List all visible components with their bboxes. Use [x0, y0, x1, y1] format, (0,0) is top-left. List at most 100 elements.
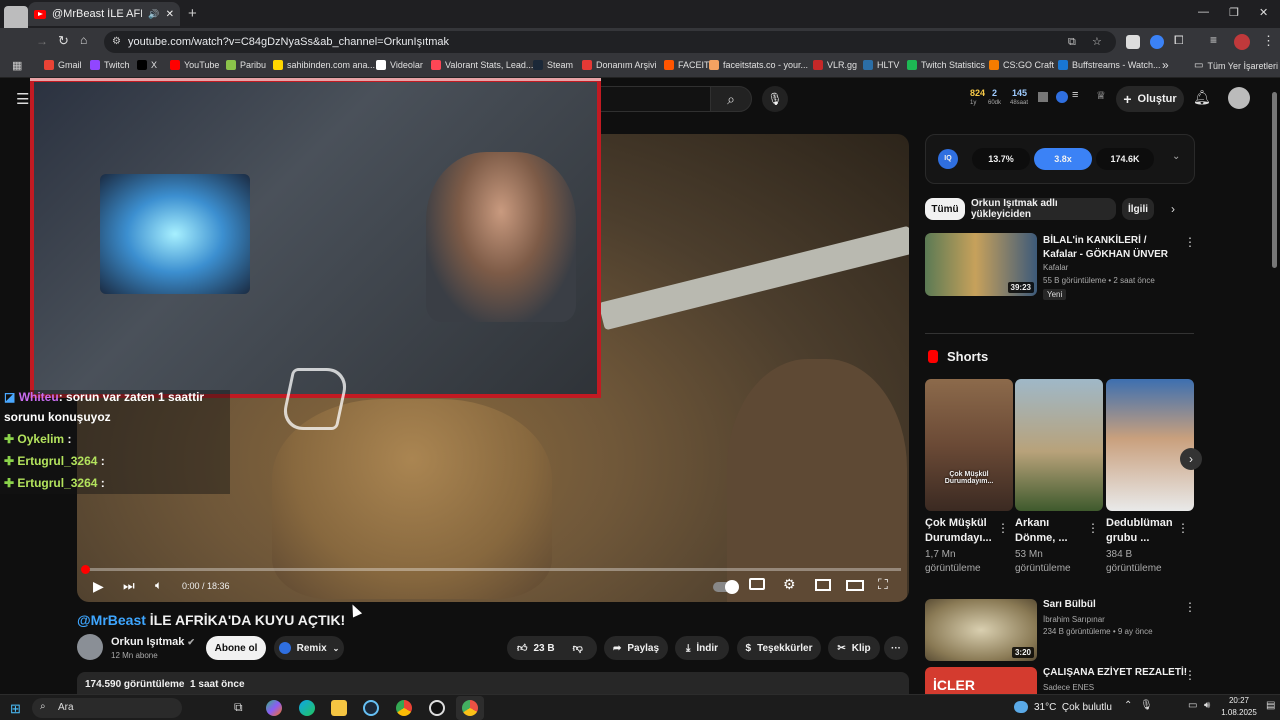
bookmark-item[interactable]: Gmail — [44, 60, 82, 70]
iq-metric-3[interactable]: 174.6K — [1096, 148, 1154, 170]
miniplayer-icon[interactable] — [815, 579, 831, 591]
media-control-icon[interactable]: ≡ — [1210, 33, 1217, 47]
more-options-icon[interactable]: ⋮ — [1177, 522, 1189, 534]
shorts-next-button[interactable]: › — [1180, 448, 1202, 470]
bookmark-item[interactable]: Videolar — [376, 60, 423, 70]
bookmark-star-icon[interactable]: ☆ — [1092, 31, 1102, 53]
recommendation-title[interactable]: BİLAL'in KANKİLERİ / Kafalar - GÖKHAN ÜN… — [1043, 234, 1178, 262]
list-icon[interactable]: ≡ — [1072, 89, 1078, 101]
thumbs-down-icon[interactable]: 👎︎ — [573, 642, 583, 654]
address-bar[interactable]: ⚙ youtube.com/watch?v=C84gDzNyaSs&ab_cha… — [104, 31, 1116, 53]
chip-from-uploader[interactable]: Orkun Işıtmak adlı yükleyiciden — [971, 198, 1116, 220]
close-window-button[interactable]: ✕ — [1259, 6, 1268, 19]
video-channel[interactable]: Sadece ENES — [1043, 682, 1094, 694]
description-box[interactable]: 174.590 görüntüleme 1 saat önce — [77, 672, 909, 694]
theater-mode-icon[interactable] — [846, 580, 864, 591]
clock-date[interactable]: 1.08.2025 — [1204, 708, 1274, 717]
bookmark-item[interactable]: Buffstreams - Watch... — [1058, 60, 1161, 70]
short-title[interactable]: Çok Müşkül Durumdayı... — [925, 516, 995, 546]
vpn-extension-icon[interactable] — [1150, 35, 1164, 49]
notifications-bell-icon[interactable]: 🔔︎ — [1193, 89, 1211, 106]
chrome-icon[interactable] — [396, 700, 412, 716]
reload-icon[interactable]: ↻ — [58, 33, 69, 49]
bookmark-item[interactable]: Donanım Arşivi — [582, 60, 657, 70]
bookmark-item[interactable]: X — [137, 60, 157, 70]
more-options-icon[interactable]: ⋮ — [997, 522, 1009, 534]
create-button[interactable]: + Oluştur — [1116, 86, 1184, 112]
profile-icon[interactable] — [1234, 34, 1250, 50]
copilot-icon[interactable] — [266, 700, 282, 716]
short-thumbnail[interactable]: Çok Müşkül Durumdayım... — [925, 379, 1013, 511]
restore-button[interactable]: ❐ — [1229, 6, 1239, 19]
iq-metric-2[interactable]: 3.8x — [1034, 148, 1092, 170]
subscribe-button[interactable]: Abone ol — [206, 636, 266, 660]
taskbar-search[interactable]: ⌕ Ara — [32, 698, 182, 718]
video-title[interactable]: Sarı Bülbül — [1043, 598, 1096, 612]
settings-gear-icon[interactable]: ⚙ — [783, 576, 796, 593]
chip-all[interactable]: Tümü — [925, 198, 965, 220]
voice-search-button[interactable]: 🎙 — [762, 86, 788, 112]
like-button[interactable]: 👍︎ 23 B 👎︎ — [507, 636, 597, 660]
chevron-right-icon[interactable]: › — [1171, 202, 1175, 216]
subtitles-icon[interactable] — [749, 578, 765, 590]
volume-icon[interactable]: 🔈︎ — [155, 578, 162, 593]
steam-icon[interactable] — [363, 700, 379, 716]
progress-bar[interactable] — [85, 568, 901, 571]
iq-extension-icon[interactable] — [1056, 91, 1068, 103]
browser-tab[interactable]: @MrBeast İLE AFRİKA'DA K 🔊 ✕ — [28, 2, 180, 26]
iq-metric-1[interactable]: 13.7% — [972, 148, 1030, 170]
channel-avatar[interactable] — [77, 634, 103, 660]
extension-icon[interactable] — [1126, 35, 1140, 49]
more-actions-button[interactable]: ··· — [884, 636, 908, 660]
extensions-puzzle-icon[interactable]: ⧠ — [1174, 33, 1184, 48]
obs-icon[interactable] — [429, 700, 445, 716]
short-title[interactable]: Dedublüman grubu ... — [1106, 516, 1176, 546]
account-avatar[interactable] — [1228, 87, 1250, 109]
next-icon[interactable]: ⏭ — [123, 578, 135, 594]
bookmark-item[interactable]: HLTV — [863, 60, 899, 70]
site-info-icon[interactable]: ⚙ — [112, 31, 121, 53]
download-button[interactable]: ⤓ İndir — [675, 636, 729, 660]
bookmark-item[interactable]: faceitstats.co - your... — [709, 60, 808, 70]
back-icon[interactable]: → — [36, 34, 48, 48]
file-explorer-icon[interactable] — [331, 700, 347, 716]
more-options-icon[interactable]: ⋮ — [1087, 522, 1099, 534]
progress-scrubber[interactable] — [81, 565, 90, 574]
search-box[interactable] — [600, 86, 710, 112]
recommendation-channel[interactable]: Kafalar — [1043, 262, 1068, 274]
bookmark-item[interactable]: FACEIT — [664, 60, 710, 70]
all-bookmarks-button[interactable]: ▭ Tüm Yer İşaretleri — [1194, 60, 1278, 71]
bookmark-item[interactable]: sahibinden.com ana... — [273, 60, 375, 70]
remix-button[interactable]: Remix ⌄ — [274, 636, 344, 660]
home-icon[interactable]: ⌂ — [80, 33, 87, 47]
page-scrollbar[interactable] — [1272, 92, 1277, 268]
chip-related[interactable]: İlgili — [1122, 198, 1154, 220]
tab-close-icon[interactable]: ✕ — [166, 9, 174, 20]
minimize-button[interactable]: — — [1198, 6, 1209, 18]
more-options-icon[interactable]: ⋮ — [1184, 601, 1196, 613]
short-thumbnail[interactable] — [1015, 379, 1103, 511]
task-view-icon[interactable]: ⧉ — [234, 700, 243, 715]
network-icon[interactable]: ▭ — [1188, 700, 1197, 711]
windows-start-icon[interactable]: ⊞ — [10, 701, 21, 717]
trophy-icon[interactable]: ♕ — [1096, 89, 1106, 102]
fullscreen-icon[interactable]: ⛶ — [878, 576, 888, 593]
bookmark-item[interactable]: Valorant Stats, Lead... — [431, 60, 533, 70]
bookmark-item[interactable]: VLR.gg — [813, 60, 857, 70]
stats-extension[interactable]: 824 2 145 1y 60dk 48saat — [966, 88, 1036, 112]
bookmark-item[interactable]: Steam — [533, 60, 573, 70]
thanks-button[interactable]: $ Teşekkürler — [737, 636, 821, 660]
more-options-icon[interactable]: ⋮ — [1184, 669, 1196, 681]
video-thumbnail[interactable]: İCLER — [925, 667, 1037, 694]
apps-grid-icon[interactable]: ▦ — [12, 59, 22, 72]
search-button[interactable]: ⌕ — [710, 86, 752, 112]
title-mention-link[interactable]: @MrBeast — [77, 612, 146, 628]
notification-icon[interactable]: ▤ — [1266, 700, 1275, 711]
hamburger-menu-icon[interactable]: ☰ — [16, 90, 29, 108]
channel-name[interactable]: Orkun Işıtmak ✔ — [111, 636, 195, 648]
bookmark-item[interactable]: YouTube — [170, 60, 219, 70]
chevron-down-icon[interactable]: ⌄ — [1172, 151, 1180, 162]
more-options-icon[interactable]: ⋮ — [1184, 236, 1196, 248]
edge-icon[interactable] — [299, 700, 315, 716]
browser-menu-icon[interactable]: ⋮ — [1262, 33, 1275, 49]
